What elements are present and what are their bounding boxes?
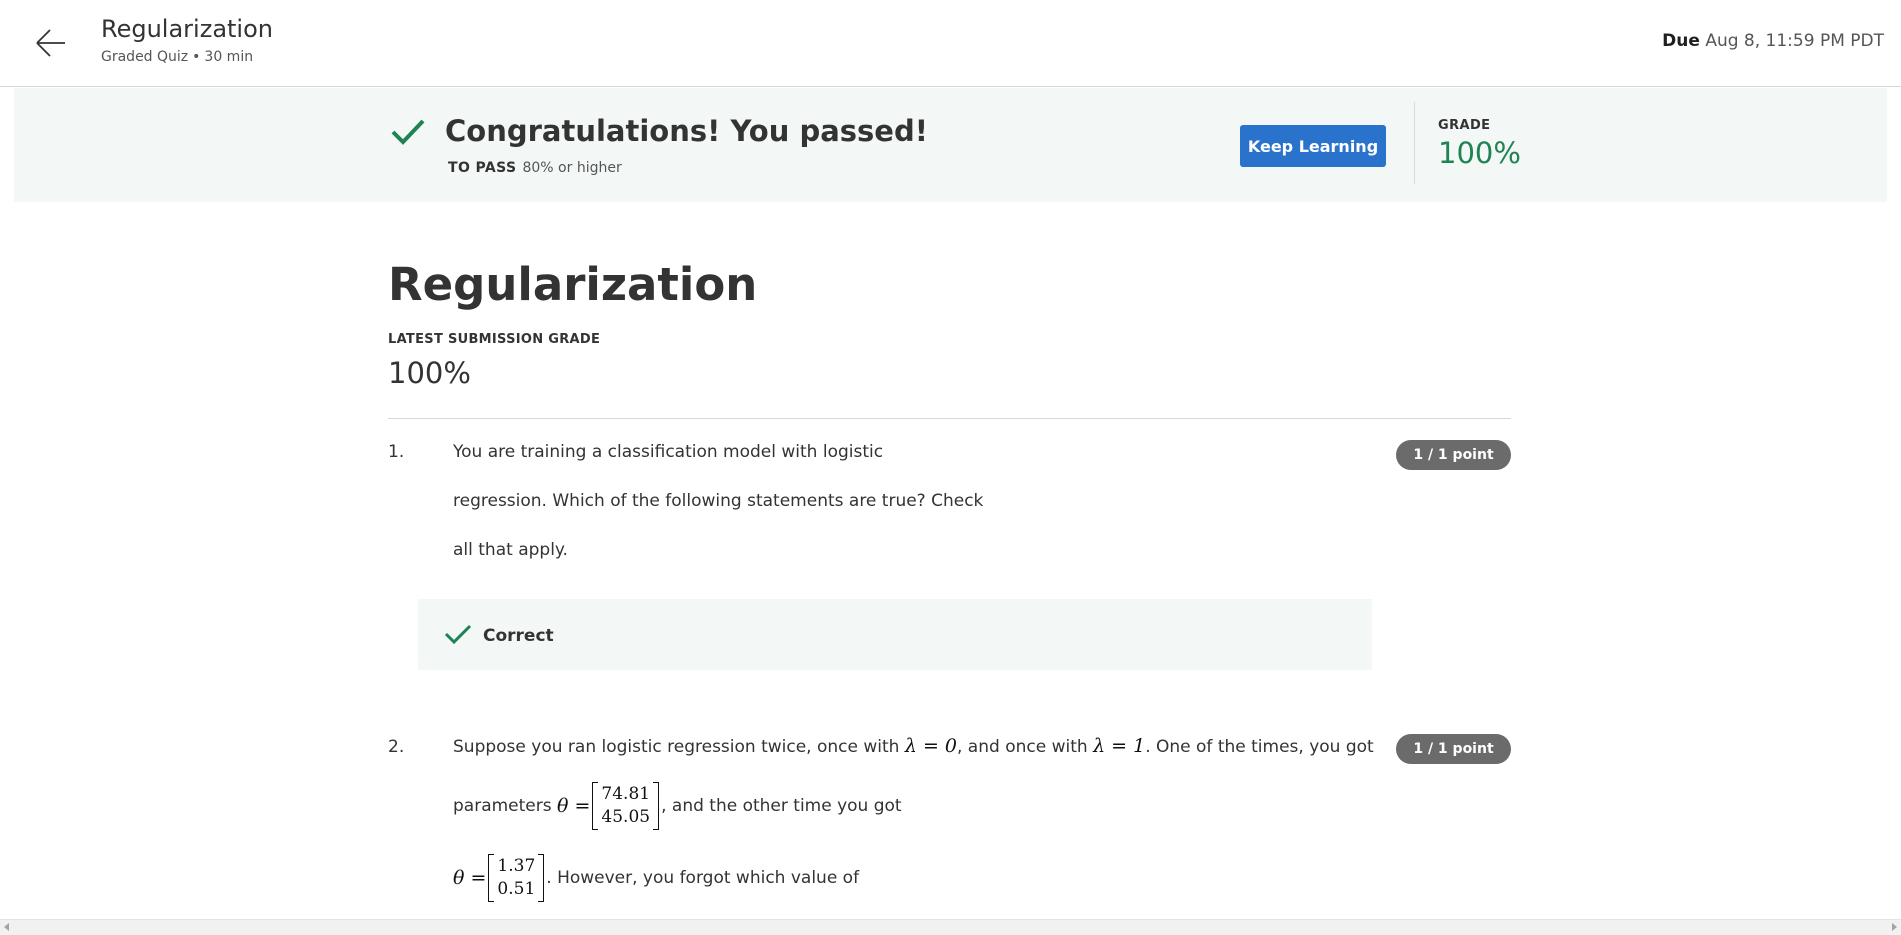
scroll-right-icon[interactable]: [1892, 923, 1897, 931]
math-expression: θ =: [453, 867, 487, 889]
question-text-segment: . One of the times, you got: [1145, 737, 1374, 757]
question-text-segment: . However, you forgot which value of: [546, 868, 860, 888]
matrix-entry: 45.05: [601, 807, 651, 827]
grade-label: GRADE: [1438, 118, 1491, 133]
quiz-duration: 30 min: [204, 49, 254, 65]
question-number: 2.: [388, 737, 405, 757]
matrix-column: 74.81 45.05: [598, 783, 653, 829]
question-text-line: parameters θ = 74.81 45.05 , and the oth…: [453, 782, 902, 830]
matrix-bracket-right: [538, 854, 545, 902]
feedback-label: Correct: [483, 626, 554, 646]
pass-message: Congratulations! You passed!: [445, 114, 928, 148]
math-expression: λ = 0: [904, 735, 957, 757]
section-divider: [388, 418, 1511, 419]
question-text-segment: , and once with: [957, 737, 1088, 757]
checkmark-icon: [444, 623, 472, 645]
due-date: Due Aug 8, 11:59 PM PDT: [1662, 31, 1884, 51]
math-expression: λ = 1: [1093, 735, 1146, 757]
top-bar: Regularization Graded Quiz • 30 min Due Au…: [0, 0, 1901, 87]
scrollbar-thumb[interactable]: [16, 923, 1884, 932]
question-text-segment: , and the other time you got: [661, 796, 902, 816]
matrix-entry: 1.37: [497, 856, 536, 876]
subtitle-separator: •: [192, 49, 201, 65]
matrix-bracket-right: [653, 782, 660, 830]
parameter-matrix: 1.37 0.51: [488, 854, 545, 902]
quiz-type: Graded Quiz: [101, 49, 189, 65]
question-text-line: regression. Which of the following state…: [453, 491, 984, 511]
keep-learning-button[interactable]: Keep Learning: [1240, 125, 1386, 167]
arrow-left-icon[interactable]: [34, 26, 68, 60]
question-text-segment: Suppose you ran logistic regression twic…: [453, 737, 900, 757]
scroll-left-icon[interactable]: [4, 923, 9, 931]
due-label: Due: [1662, 31, 1700, 51]
quiz-subtitle: Graded Quiz • 30 min: [101, 49, 253, 65]
pass-requirement: TO PASS 80% or higher: [448, 160, 622, 176]
question-text-segment: parameters: [453, 796, 552, 816]
horizontal-scrollbar[interactable]: [0, 919, 1901, 935]
math-expression: θ =: [557, 795, 591, 817]
page-title: Regularization: [388, 258, 758, 311]
banner-divider: [1414, 102, 1415, 184]
latest-submission-label: LATEST SUBMISSION GRADE: [388, 332, 601, 347]
question-text-line: You are training a classification model …: [453, 442, 884, 462]
question-number: 1.: [388, 442, 405, 462]
points-badge: 1 / 1 point: [1396, 440, 1511, 470]
matrix-column: 1.37 0.51: [494, 855, 538, 901]
latest-submission-grade: 100%: [388, 356, 471, 390]
parameter-matrix: 74.81 45.05: [592, 782, 660, 830]
due-value: Aug 8, 11:59 PM PDT: [1705, 31, 1884, 51]
question-text-line: Suppose you ran logistic regression twic…: [453, 735, 1374, 757]
quiz-title: Regularization: [101, 15, 273, 43]
pass-banner: Congratulations! You passed! TO PASS 80% …: [14, 88, 1887, 202]
points-badge: 1 / 1 point: [1396, 734, 1511, 764]
pass-value: 80% or higher: [522, 160, 622, 176]
pass-label: TO PASS: [448, 160, 517, 176]
feedback-box: Correct: [418, 599, 1372, 670]
question-text-line: all that apply.: [453, 540, 568, 560]
grade-value: 100%: [1438, 136, 1521, 170]
matrix-entry: 0.51: [497, 879, 536, 899]
matrix-entry: 74.81: [601, 784, 651, 804]
question-text-line: θ = 1.37 0.51 . However, you forgot whic…: [453, 854, 859, 902]
checkmark-icon: [390, 117, 426, 147]
